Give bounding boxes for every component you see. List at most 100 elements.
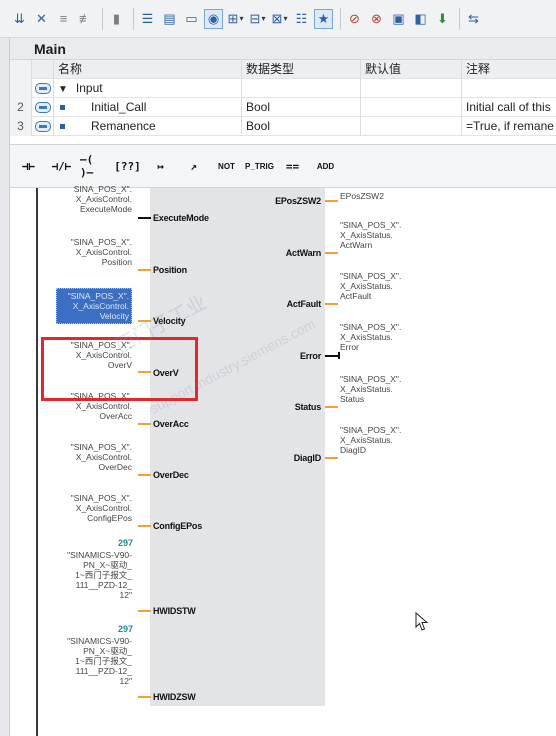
variable-comment[interactable] [462,79,556,98]
input-argument-hwidzsw[interactable]: "SINAMICS-V90- PN_X~驱动_ 1~西门子报文_ 111__PZD-1… [56,636,132,686]
variable-name[interactable]: ▼ Input [54,79,242,98]
variable-comment[interactable]: =True, if remane [462,117,556,136]
pin-eposzsw2: EPosZSW2 [275,196,321,206]
variable-type[interactable]: Bool [242,117,361,136]
variable-default[interactable] [361,98,462,117]
variable-type[interactable] [242,79,361,98]
output-argument-actfault[interactable]: "SINA_POS_X". X_AxisStatus. ActFault [340,271,430,301]
pin-actwarn: ActWarn [285,248,321,258]
not-button[interactable]: NOT [212,152,241,180]
go-to-icon[interactable]: ⊟ ▾ [248,9,267,29]
nc-contact-button[interactable]: ⊣/⊢ [47,152,76,180]
variable-default[interactable] [361,117,462,136]
pin-error: Error [299,351,321,361]
input-wire [138,525,151,527]
interface-row[interactable]: 3 Remanence Bool =True, if remane [10,117,556,136]
lad-instruction-bar: ⊣⊢ ⊣/⊢ –( )– [??] ↦ ↗ NOT P_TRIG == ADD [10,144,556,188]
show-favorites-icon[interactable]: ▤ [160,9,179,29]
expand-triangle-icon[interactable]: ▼ [58,84,68,95]
monitor-icon[interactable]: ⊠ ▾ [270,9,289,29]
output-wire-end [338,352,340,359]
coil-button[interactable]: –( )– [80,152,109,180]
comment-icon[interactable]: ◉ [204,8,223,29]
constant-hwidstw: 297 [118,538,134,548]
variable-name[interactable]: Initial_Call [54,98,242,117]
input-wire [138,610,151,612]
call-icon[interactable]: ⇆ [464,9,483,29]
open-branch-button[interactable]: ↦ [146,152,175,180]
column-header-default[interactable]: 默认值 [361,60,462,79]
input-wire [138,320,151,322]
list-icon[interactable]: ☷ [292,9,311,29]
toolbar-separator [133,7,134,30]
p-trig-button[interactable]: P_TRIG [245,152,274,180]
bullet-icon [60,124,65,130]
variable-default[interactable] [361,79,462,98]
input-wire [138,269,151,271]
input-wire [138,423,151,425]
interface-header-row: 名称 数据类型 默认值 注释 [10,60,556,79]
favorites-star-icon[interactable]: ★ [314,8,333,29]
no-contact-button[interactable]: ⊣⊢ [14,152,43,180]
variable-name[interactable]: Remanence [54,117,242,136]
input-wire [138,474,151,476]
output-argument-eposzsw2[interactable]: EPosZSW2 [340,191,430,201]
input-variable-icon [32,98,54,117]
compare-button[interactable]: == [278,152,307,180]
output-argument-actwarn[interactable]: "SINA_POS_X". X_AxisStatus. ActWarn [340,220,430,250]
section-name: Input [75,81,103,95]
delete-row-icon[interactable]: ≢ [76,9,95,29]
abs-symbolic-icon[interactable]: ⊞ ▾ [226,9,245,29]
output-wire [325,252,338,254]
row-number [10,79,32,98]
input-argument-executemode[interactable]: SINA_POS_X". X_AxisControl. ExecuteMode [56,184,132,214]
bullet-icon [60,105,65,111]
pin-diagid: DiagID [293,453,322,463]
variable-comment[interactable]: Initial call of this [462,98,556,117]
compare-icon[interactable]: ◧ [411,9,430,29]
output-argument-error[interactable]: "SINA_POS_X". X_AxisStatus. Error [340,322,430,352]
toolbar-separator [102,7,103,30]
monitor-all-icon[interactable]: ⊗ [367,9,386,29]
pin-actfault: ActFault [286,299,322,309]
input-argument-hwidstw[interactable]: "SINAMICS-V90- PN_X~驱动_ 1~西门子报文_ 111__PZD-1… [56,550,132,600]
output-argument-status[interactable]: "SINA_POS_X". X_AxisStatus. Status [340,374,430,404]
column-header-type[interactable]: 数据类型 [242,60,361,79]
delete-network-icon[interactable]: ✕ [32,9,51,29]
interface-row[interactable]: ▼ Input [10,79,556,98]
output-wire [325,303,338,305]
breakpoint-icon[interactable]: ⊘ [345,9,364,29]
input-wire [138,217,151,219]
open-all-icon[interactable]: ▮ [107,9,126,29]
pin-velocity: Velocity [153,316,186,326]
column-header-comment[interactable]: 注释 [462,60,556,79]
input-argument-configepos[interactable]: "SINA_POS_X". X_AxisControl. ConfigEPos [56,493,132,523]
output-wire [325,355,339,357]
download-icon[interactable]: ▣ [389,9,408,29]
insert-row-icon[interactable]: ≡ [54,9,73,29]
empty-box-button[interactable]: [??] [113,152,142,180]
add-button[interactable]: ADD [311,152,340,180]
input-argument-overdec[interactable]: "SINA_POS_X". X_AxisControl. OverDec [56,442,132,472]
input-variable-icon [32,117,54,136]
network-comment-icon[interactable]: ▭ [182,9,201,29]
row-number: 2 [10,98,32,117]
pin-configepos: ConfigEPos [153,521,202,531]
close-branch-button[interactable]: ↗ [179,152,208,180]
block-interface: Main 名称 数据类型 默认值 注释 ▼ Input 2 Initial_Cal… [10,38,556,144]
variable-type[interactable]: Bool [242,98,361,117]
tia-portal-editor: ⇊ ✕ ≡ ≢ ▮ ☰ ▤ ▭ ◉ ⊞ ▾ ⊟ ▾ ⊠ ▾ ☷ ★ ⊘ ⊗ ▣ ◧ ⬇… [0,0,556,736]
input-argument-position[interactable]: "SINA_POS_X". X_AxisControl. Position [56,237,132,267]
column-header-name[interactable]: 名称 [54,60,242,79]
toolbar-separator [340,7,341,30]
input-argument-velocity[interactable]: "SINA_POS_X". X_AxisControl. Velocity [56,288,132,324]
close-all-icon[interactable]: ☰ [138,9,157,29]
insert-network-icon[interactable]: ⇊ [10,9,29,29]
upload-icon[interactable]: ⬇ [433,9,452,29]
toolbar-separator [459,7,460,30]
output-argument-diagid[interactable]: "SINA_POS_X". X_AxisStatus. DiagID [340,425,430,455]
pin-hwidstw: HWIDSTW [153,606,196,616]
interface-row[interactable]: 2 Initial_Call Bool Initial call of this [10,98,556,117]
variable-name-text: Remanence [91,119,156,133]
highlight-box-overv [41,337,198,401]
